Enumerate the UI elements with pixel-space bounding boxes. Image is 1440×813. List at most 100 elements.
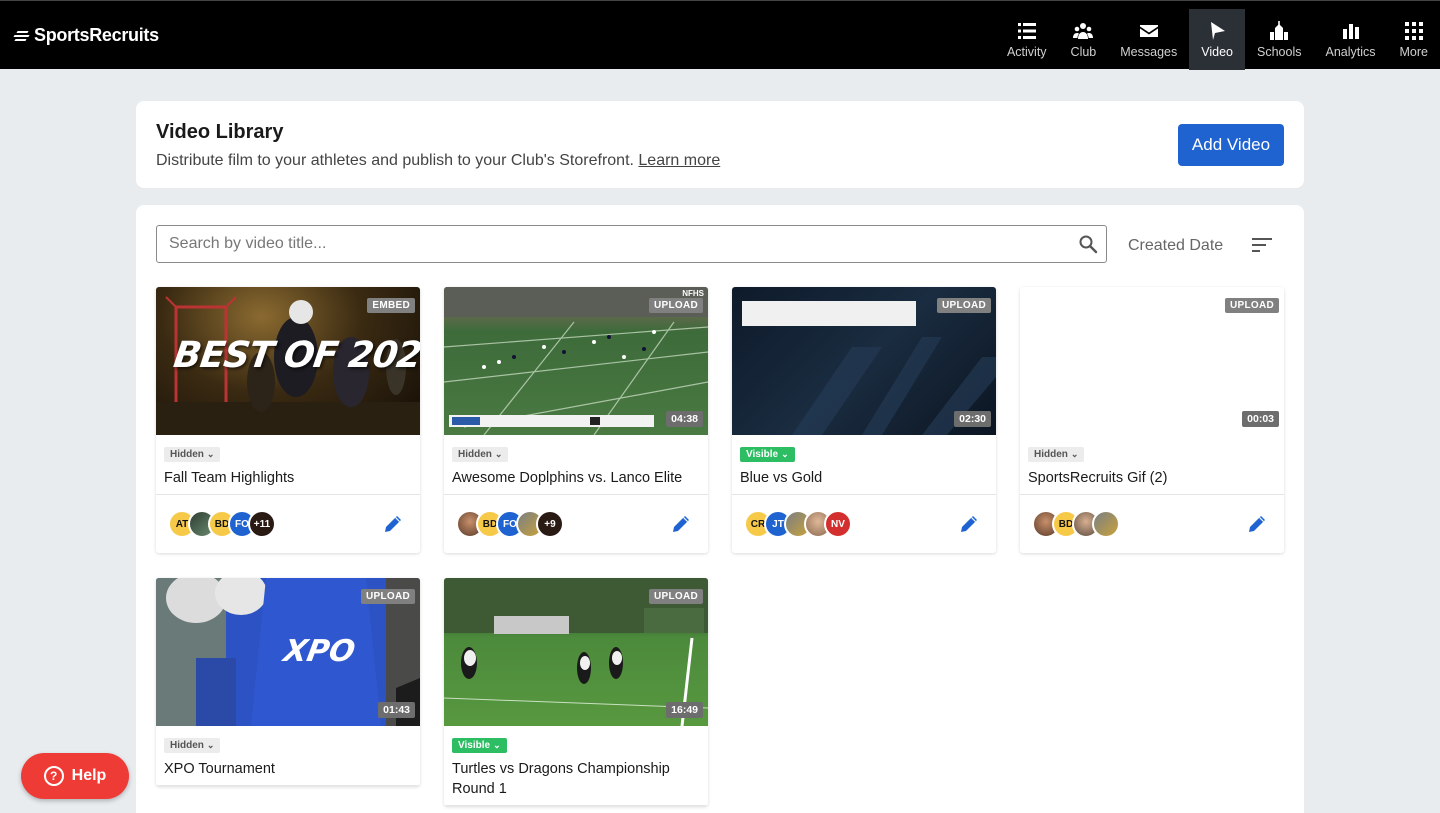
page-subtitle: Distribute film to your athletes and pub… <box>156 152 720 170</box>
video-title: SportsRecruits Gif (2) <box>1028 470 1168 486</box>
logo-mark-icon <box>13 27 30 43</box>
nav-item-messages[interactable]: Messages <box>1108 9 1189 70</box>
nav-item-schools[interactable]: Schools <box>1245 9 1313 70</box>
source-badge: EMBED <box>367 298 415 313</box>
visibility-label: Hidden <box>170 449 204 460</box>
play-icon <box>1211 21 1226 40</box>
card-body: Hidden ⌄ SportsRecruits Gif (2) <box>1020 435 1284 495</box>
athlete-avatars[interactable]: CR JT NV <box>744 510 852 538</box>
video-thumbnail[interactable]: UPLOAD 00:03 <box>1020 287 1284 435</box>
search-input[interactable] <box>157 226 1078 262</box>
duration-badge: 01:43 <box>378 702 415 718</box>
video-thumbnail[interactable]: BEST OF 2024 EMBED <box>156 287 420 435</box>
source-badge: UPLOAD <box>648 298 703 313</box>
duration-badge: 02:30 <box>954 411 991 427</box>
source-badge: UPLOAD <box>360 589 415 604</box>
visibility-dropdown[interactable]: Visible ⌄ <box>740 447 795 462</box>
visibility-dropdown[interactable]: Hidden ⌄ <box>164 447 221 462</box>
chevron-down-icon: ⌄ <box>494 449 503 459</box>
library-header: Video Library Distribute film to your at… <box>136 101 1304 188</box>
athlete-avatars[interactable]: AT BD FO +11 <box>168 510 276 538</box>
video-thumbnail[interactable]: XPO UPLOAD 01:43 <box>156 578 420 726</box>
edit-pencil-icon[interactable] <box>1246 513 1268 535</box>
chevron-down-icon: ⌄ <box>493 740 501 750</box>
video-card[interactable]: NFHS UPLOAD 04:38 Hidden ⌄ Awesome Doplph… <box>444 287 708 553</box>
school-icon <box>1270 20 1289 40</box>
card-body: Visible ⌄ Blue vs Gold <box>732 435 996 495</box>
edit-pencil-icon[interactable] <box>670 513 692 535</box>
chevron-down-icon: ⌄ <box>781 449 789 459</box>
sort-label[interactable]: Created Date <box>1128 237 1223 255</box>
card-body: Hidden ⌄ Awesome Doplphins vs. Lanco Elit… <box>444 435 708 495</box>
grid-icon <box>1404 21 1423 40</box>
source-badge: UPLOAD <box>1224 298 1279 313</box>
nav-label: Schools <box>1257 44 1302 59</box>
athlete-avatars[interactable]: BD FO +9 <box>456 510 564 538</box>
edit-pencil-icon[interactable] <box>958 513 980 535</box>
chevron-down-icon: ⌄ <box>206 740 215 750</box>
group-icon <box>1073 22 1094 39</box>
envelope-icon <box>1139 24 1158 37</box>
nav-label: Video <box>1201 44 1233 59</box>
video-thumbnail[interactable]: UPLOAD 16:49 <box>444 578 708 726</box>
card-body: Hidden ⌄ XPO Tournament <box>156 726 420 786</box>
help-label: Help <box>71 767 107 784</box>
video-library-panel: Created Date BEST OF 2024 EMBED Hidden⌄ … <box>136 205 1304 813</box>
video-thumbnail[interactable]: NFHS UPLOAD 04:38 <box>444 287 708 435</box>
video-title: Turtles vs Dragons Championship Round 1 <box>452 761 670 797</box>
nav-item-more[interactable]: More <box>1388 9 1440 70</box>
avatar-overflow-count: +11 <box>248 510 276 538</box>
visibility-dropdown[interactable]: Hidden ⌄ <box>452 447 509 462</box>
nav-menu: Activity Club Messages Video Schools Ana… <box>995 9 1440 70</box>
search-icon[interactable] <box>1078 234 1098 254</box>
visibility-dropdown[interactable]: Hidden ⌄ <box>164 738 221 753</box>
visibility-label: Visible <box>746 449 779 460</box>
video-card[interactable]: UPLOAD 02:30 Visible ⌄ Blue vs Gold CR JT… <box>732 287 996 553</box>
top-nav: SportsRecruits Activity Club Messages Vi… <box>0 0 1440 70</box>
card-footer: BD FO +9 <box>444 495 708 553</box>
duration-badge: 00:03 <box>1242 411 1279 427</box>
card-body: Visible ⌄ Turtles vs Dragons Championship… <box>444 726 708 806</box>
card-footer: AT BD FO +11 <box>156 495 420 553</box>
nav-item-club[interactable]: Club <box>1059 9 1109 70</box>
nav-item-activity[interactable]: Activity <box>995 9 1059 70</box>
visibility-dropdown[interactable]: Visible ⌄ <box>452 738 507 753</box>
video-title: XPO Tournament <box>164 761 275 777</box>
athlete-avatars[interactable]: BD <box>1032 510 1120 538</box>
add-video-button[interactable]: Add Video <box>1178 124 1284 166</box>
video-title: Fall Team Highlights <box>164 470 295 486</box>
edit-pencil-icon[interactable] <box>382 513 404 535</box>
duration-badge: 04:38 <box>666 411 703 427</box>
nav-item-analytics[interactable]: Analytics <box>1313 9 1387 70</box>
card-footer: CR JT NV <box>732 495 996 553</box>
sort-icon[interactable] <box>1252 237 1274 253</box>
page-title: Video Library <box>156 121 284 143</box>
video-card[interactable]: BEST OF 2024 EMBED Hidden ⌄ Fall Team Hig… <box>156 287 420 553</box>
card-footer: BD <box>1020 495 1284 553</box>
subtitle-text: Distribute film to your athletes and pub… <box>156 152 634 169</box>
help-button[interactable]: ? Help <box>21 753 129 799</box>
visibility-dropdown[interactable]: Hidden ⌄ <box>1028 447 1085 462</box>
visibility-label: Visible <box>458 740 491 751</box>
source-badge: UPLOAD <box>648 589 703 604</box>
search-box <box>156 225 1107 263</box>
video-thumbnail[interactable]: UPLOAD 02:30 <box>732 287 996 435</box>
learn-more-link[interactable]: Learn more <box>638 152 720 169</box>
nav-label: Club <box>1070 44 1097 59</box>
video-title: Blue vs Gold <box>740 470 823 486</box>
bar-chart-icon <box>1342 23 1359 39</box>
visibility-label: Hidden <box>1034 449 1068 460</box>
chevron-down-icon: ⌄ <box>1070 449 1079 459</box>
list-icon <box>1017 22 1036 39</box>
brand-logo[interactable]: SportsRecruits <box>13 23 159 47</box>
nav-label: More <box>1399 44 1428 59</box>
video-card[interactable]: XPO UPLOAD 01:43 Hidden ⌄ XPO Tournament <box>156 578 420 786</box>
video-card[interactable]: UPLOAD 16:49 Visible ⌄ Turtles vs Dragons… <box>444 578 708 806</box>
avatar: NV <box>824 510 852 538</box>
video-card[interactable]: UPLOAD 00:03 Hidden ⌄ SportsRecruits Gif … <box>1020 287 1284 553</box>
nav-item-video[interactable]: Video <box>1189 9 1245 70</box>
duration-badge: 16:49 <box>666 702 703 718</box>
thumbnail-overlay-text: XPO <box>280 634 358 669</box>
nav-label: Activity <box>1006 44 1047 59</box>
help-question-icon: ? <box>43 766 64 786</box>
